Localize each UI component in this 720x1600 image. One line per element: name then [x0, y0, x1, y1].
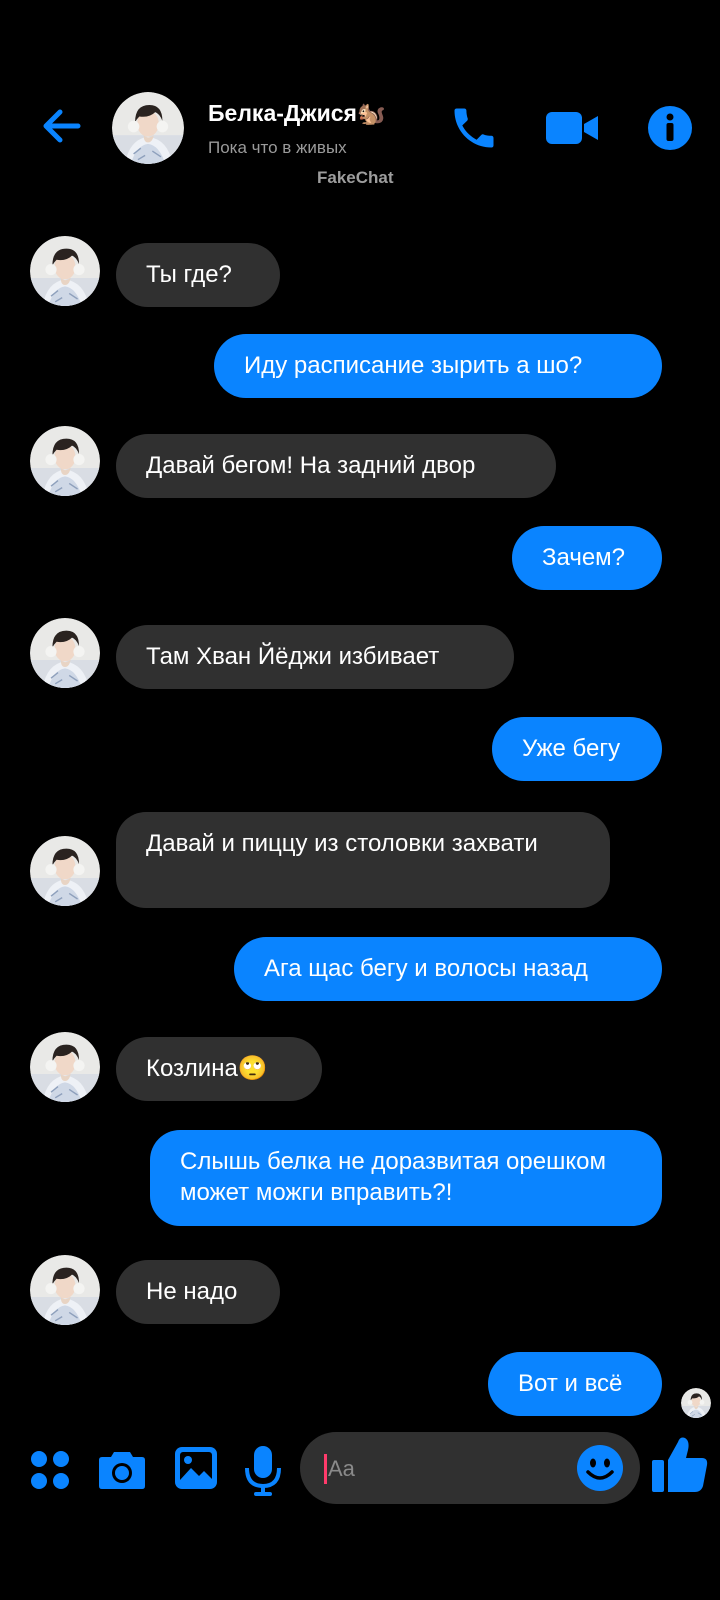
message-list[interactable]: Ты где? Иду расписание зырить а шо? Дава…: [0, 0, 720, 1600]
outgoing-message[interactable]: Слышь белка не доразвитая орешком может …: [150, 1130, 662, 1226]
incoming-message[interactable]: Давай бегом! На задний двор: [116, 434, 556, 498]
outgoing-message[interactable]: Уже бегу: [492, 717, 662, 781]
outgoing-message[interactable]: Иду расписание зырить а шо?: [214, 334, 662, 398]
seen-indicator-avatar: [681, 1388, 711, 1418]
sender-avatar[interactable]: [30, 618, 100, 688]
camera-icon[interactable]: [98, 1448, 146, 1490]
message-composer: Aa: [0, 1420, 720, 1520]
gallery-icon[interactable]: [174, 1446, 218, 1490]
message-input[interactable]: Aa: [300, 1432, 640, 1504]
incoming-message[interactable]: Козлина🙄: [116, 1037, 322, 1101]
microphone-icon[interactable]: [244, 1444, 282, 1496]
sender-avatar[interactable]: [30, 1255, 100, 1325]
incoming-message[interactable]: Там Хван Йёджи избивает: [116, 625, 514, 689]
incoming-message[interactable]: Ты где?: [116, 243, 280, 307]
sender-avatar[interactable]: [30, 836, 100, 906]
text-cursor: [324, 1454, 327, 1484]
sender-avatar[interactable]: [30, 426, 100, 496]
sender-avatar[interactable]: [30, 236, 100, 306]
incoming-message[interactable]: Давай и пиццу из столовки захвати: [116, 812, 610, 908]
incoming-message[interactable]: Не надо: [116, 1260, 280, 1324]
sender-avatar[interactable]: [30, 1032, 100, 1102]
thumbs-up-icon[interactable]: [650, 1434, 710, 1496]
outgoing-message[interactable]: Зачем?: [512, 526, 662, 590]
message-input-placeholder: Aa: [328, 1456, 355, 1481]
emoji-icon[interactable]: [576, 1444, 624, 1492]
outgoing-message[interactable]: Ага щас бегу и волосы назад: [234, 937, 662, 1001]
apps-grid-icon[interactable]: [30, 1450, 70, 1490]
outgoing-message[interactable]: Вот и всё: [488, 1352, 662, 1416]
